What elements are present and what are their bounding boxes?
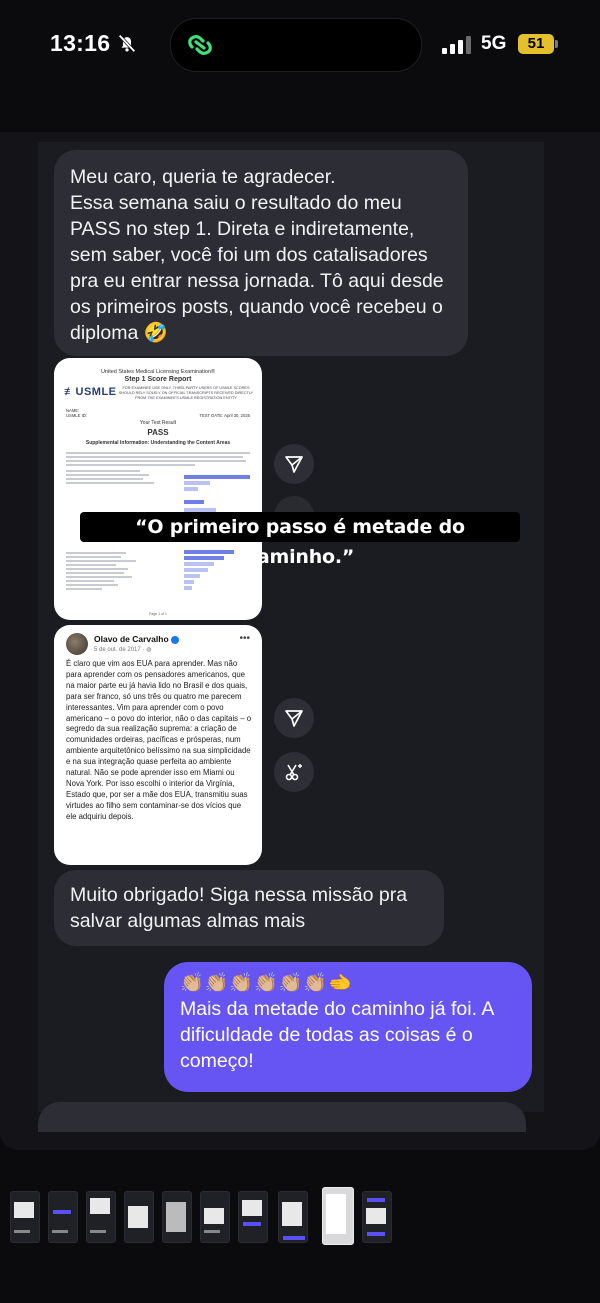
edit-button[interactable] [274, 752, 314, 792]
message-text: Mais da metade do caminho já foi. A difi… [180, 998, 494, 1072]
post-text: É claro que vim aos EUA para aprender. M… [66, 659, 252, 821]
more-options-icon: ••• [239, 633, 250, 644]
send-icon [285, 456, 303, 473]
message-text: Meu caro, queria te agradecer. Essa sema… [70, 166, 444, 344]
score-bar [184, 556, 224, 560]
story-thumbnails [0, 1185, 600, 1245]
report-table [66, 550, 166, 592]
story-frame[interactable]: Meu caro, queria te agradecer. Essa sema… [0, 132, 600, 1150]
report-body [66, 450, 250, 486]
story-thumbnail[interactable] [278, 1191, 308, 1243]
story-thumbnail[interactable] [48, 1191, 78, 1243]
outgoing-message: 👏🏼👏🏼👏🏼👏🏼👏🏼👏🏼🫲 Mais da metade do caminho … [164, 962, 532, 1092]
score-bar [184, 550, 234, 554]
story-thumbnail[interactable] [162, 1191, 192, 1243]
score-bar [184, 586, 192, 590]
bell-slash-icon [118, 34, 136, 53]
avatar [66, 633, 88, 655]
report-title: United States Medical Licensing Examinat… [100, 369, 216, 375]
score-bar [184, 481, 210, 485]
score-bar [184, 487, 198, 491]
report-header: United States Medical Licensing Examinat… [54, 358, 262, 384]
score-bar [184, 475, 250, 479]
dynamic-island[interactable] [170, 18, 422, 72]
signal-icon [442, 36, 471, 54]
network-type: 5G [481, 33, 507, 54]
post-author: Olavo de Carvalho [94, 634, 179, 644]
message-text: Muito obrigado! Siga nessa missão pra sa… [70, 884, 408, 932]
post-screenshot[interactable]: Olavo de Carvalho 5 de out. de 2017 · ◍ … [54, 625, 262, 865]
story-thumbnail-current[interactable] [322, 1187, 354, 1245]
post-header: Olavo de Carvalho 5 de out. de 2017 · ◍ … [66, 633, 252, 659]
post-date: 5 de out. de 2017 · ◍ [94, 647, 152, 653]
share-button[interactable] [274, 444, 314, 484]
story-thumbnail[interactable] [362, 1191, 392, 1243]
pass-result: PASS [147, 428, 169, 437]
globe-icon: ◍ [146, 647, 152, 653]
verified-badge-icon [170, 635, 179, 644]
report-blurb: FOR EXAMINEE USE ONLY. THIRD-PARTY USERS… [118, 386, 254, 400]
send-icon [285, 710, 303, 727]
status-bar: 13:16 5G 51 [0, 0, 600, 90]
incoming-message: Meu caro, queria te agradecer. Essa sema… [54, 150, 468, 356]
report-subtitle: Step 1 Score Report [124, 376, 192, 383]
incoming-message-partial [38, 1102, 526, 1132]
report-footer: Page 1 of 1 [149, 612, 167, 616]
story-thumbnail[interactable] [10, 1191, 40, 1243]
usmle-logo: ≢USMLE [64, 386, 117, 398]
report-meta: NAME: USMLE ID: TEST DATE: April 30, 202… [66, 408, 250, 418]
scissors-icon [285, 764, 302, 781]
score-bar [184, 562, 214, 566]
score-bar [184, 568, 208, 572]
usmle-report-image[interactable]: United States Medical Licensing Examinat… [54, 358, 262, 620]
link-icon [188, 35, 212, 55]
score-bar [184, 580, 194, 584]
score-bar [184, 500, 204, 504]
score-bar [184, 574, 200, 578]
incoming-message: Muito obrigado! Siga nessa missão pra sa… [54, 870, 444, 946]
battery-icon: 51 [518, 34, 554, 54]
story-thumbnail[interactable] [86, 1191, 116, 1243]
chat-screenshot: Meu caro, queria te agradecer. Essa sema… [38, 142, 544, 1112]
battery-tip [555, 40, 558, 48]
share-button[interactable] [274, 698, 314, 738]
story-thumbnail[interactable] [200, 1191, 230, 1243]
report-result: Your Test Result PASS [66, 420, 250, 437]
clock: 13:16 [50, 30, 111, 56]
story-thumbnail[interactable] [124, 1191, 154, 1243]
caption-sticker[interactable]: “O primeiro passo é metade do caminho.” [80, 512, 520, 568]
story-thumbnail[interactable] [238, 1191, 268, 1243]
report-section-title: Supplemental Information: Understanding … [85, 440, 231, 446]
clap-emojis: 👏🏼👏🏼👏🏼👏🏼👏🏼👏🏼🫲 [180, 973, 353, 994]
